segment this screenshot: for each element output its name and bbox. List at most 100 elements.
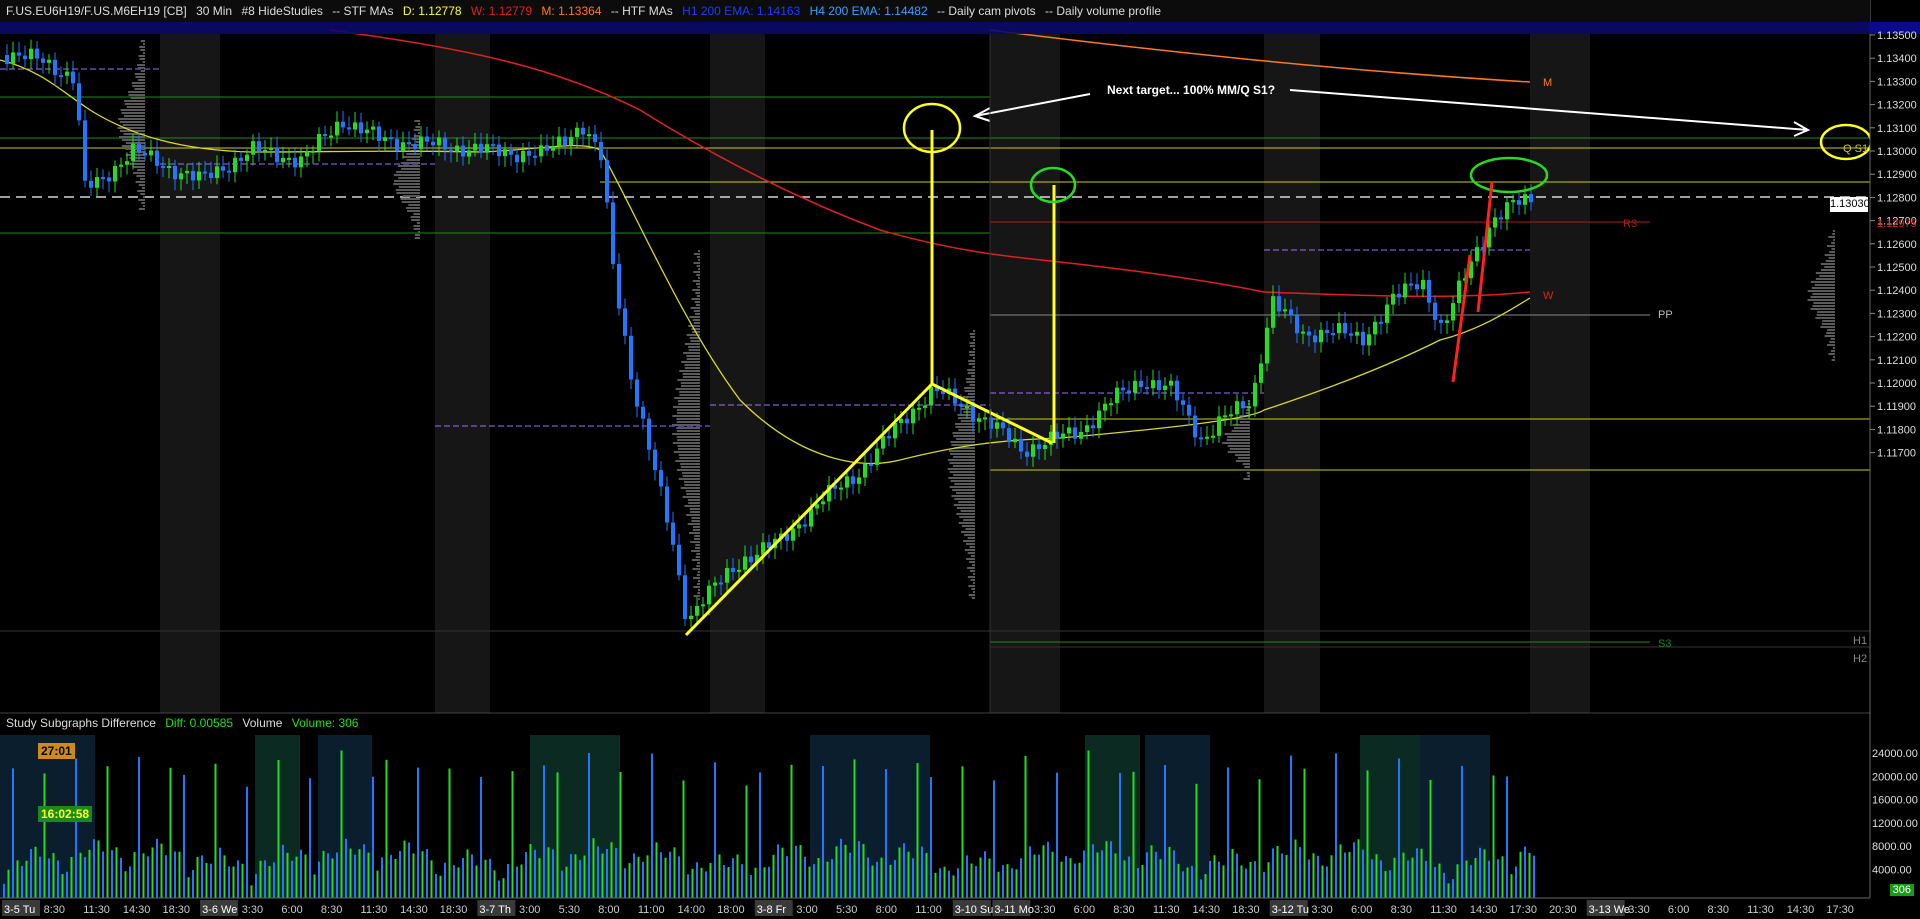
profile-bar [1224,433,1250,435]
volume-bar [691,868,694,898]
profile-bar [696,265,700,267]
profile-bar [1815,278,1835,280]
time-label: 8:30 [1391,904,1412,916]
volume-bar [876,861,878,898]
candle-body [1397,293,1401,298]
candle-body [1349,333,1353,336]
candle-body [29,48,33,60]
profile-bar [1813,302,1835,304]
volume-bar [534,849,536,898]
profile-bar [1243,478,1250,480]
volume-bar [511,771,514,898]
volume-bar [727,867,730,898]
profile-bar [138,208,145,210]
timeframe-label[interactable]: 30 Min [196,4,232,18]
time-label: 11:30 [1747,904,1774,916]
volume-bar [835,846,838,898]
volume-bar [1002,865,1004,898]
profile-bar [971,375,975,377]
profile-bar [964,390,975,392]
volume-bar [268,866,271,898]
volume-bar [1173,850,1175,898]
profile-bar [397,165,420,167]
profile-bar [696,256,700,258]
profile-bar [1242,463,1250,465]
profile-bar [684,505,700,507]
time-label: 3-11 Mo [994,904,1034,916]
volume-bar [210,863,212,898]
time-label: 3-8 Fr [757,904,787,916]
price-tick-label: 1.11900 [1877,401,1916,413]
profile-bar [950,441,975,443]
profile-bar [694,313,700,315]
volume-bar [507,864,509,898]
profile-bar [692,529,700,531]
profile-bar [698,250,700,252]
volume-bar [579,859,581,898]
profile-bar [688,502,700,504]
profile-bar [675,388,700,390]
price-chart[interactable]: Next target... 100% MM/Q S1? M Q S1 R3 W… [0,0,1920,919]
profile-bar [970,570,975,572]
profile-bar [140,40,145,42]
price-tick-label: 1.12100 [1877,355,1917,367]
profile-bar [967,537,975,539]
time-label: 8:30 [1113,904,1134,916]
profile-bar [962,396,975,398]
volume-bar [1362,849,1364,898]
profile-bar [137,169,145,171]
profile-bar [122,124,145,126]
volume-bar [318,861,320,898]
candle-body [425,136,429,142]
profile-bar [698,589,700,591]
profile-bar [675,460,700,462]
candle-body [11,52,15,65]
volume-bar [1069,858,1072,898]
profile-bar [973,348,975,350]
volume-bar [556,772,559,898]
volume-bar [79,852,82,898]
profile-bar [1824,254,1835,256]
volume-bar [439,875,442,898]
profile-bar [691,559,700,561]
price-tick-label: 1.13500 [1877,30,1917,42]
time-label: 3:30 [1034,904,1055,916]
profile-label: -- Daily volume profile [1045,4,1162,18]
profile-bar [972,366,975,368]
candle-body [815,504,819,509]
volume-bar [412,853,415,898]
volume-bar [381,857,383,898]
volume-bar [1479,847,1481,898]
price-tick-label: 1.12500 [1877,262,1917,274]
profile-bar [947,459,975,461]
price-tick-label: 1.11800 [1877,424,1916,436]
label-h1: H1 [1853,635,1867,647]
volume-bar [988,858,991,898]
candle-body [287,157,291,160]
profile-bar [677,400,700,402]
profile-bar [951,495,975,497]
volume-bar [1236,853,1238,898]
annotation-text: Next target... 100% MM/Q S1? [1107,83,1275,97]
symbol-label[interactable]: F.US.EU6H19/F.US.M6EH19 [CB] [6,4,187,18]
volume-bar [358,849,361,898]
profile-bar [966,381,975,383]
profile-bar [1827,245,1835,247]
volume-bar [651,753,653,898]
candle-body [557,136,561,147]
volume-bar [606,848,608,898]
volume-bar [120,857,122,898]
candle-body [971,406,975,422]
profile-bar [966,558,975,560]
profile-bar [1833,356,1835,358]
volume-bar [664,857,667,898]
profile-bar [691,550,700,552]
candle-body [713,582,717,586]
clock-display: 16:02:58 [38,806,93,822]
candle-body [131,143,135,162]
volume-bar [1128,856,1130,898]
volume-bar [1402,852,1405,898]
candle-body [1517,200,1521,205]
profile-bar [691,520,700,522]
volume-bar [30,848,32,898]
